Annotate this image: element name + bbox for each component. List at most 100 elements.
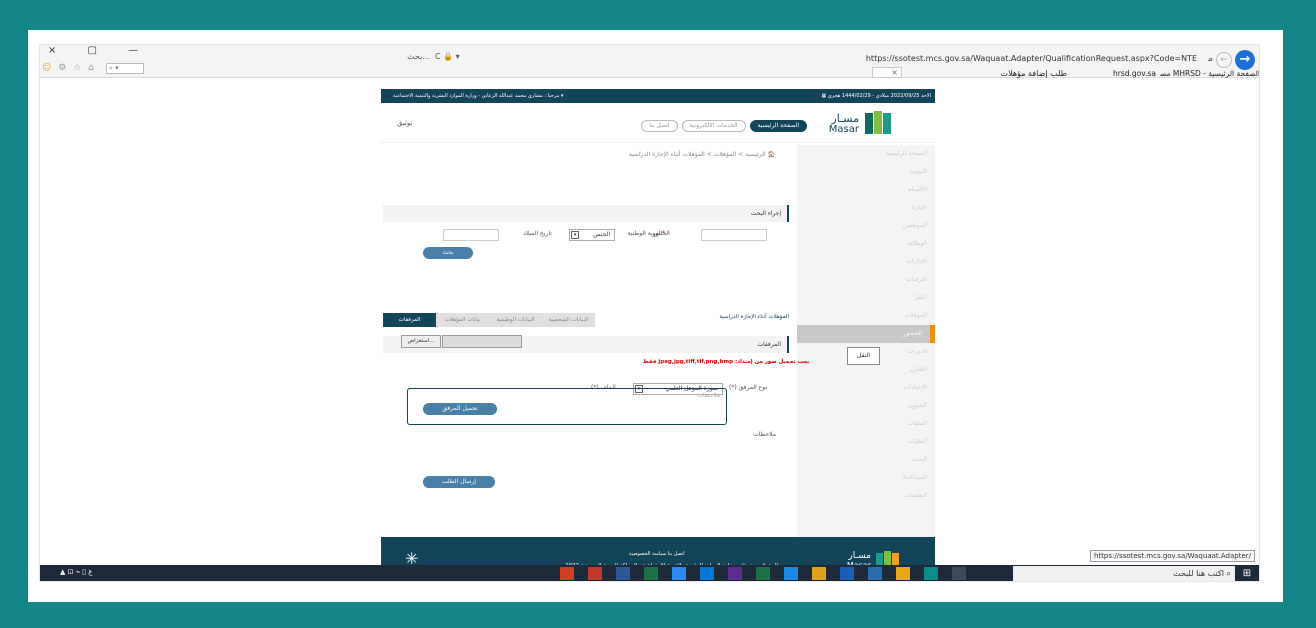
tabs-bar: البيانات الشخصية البيانات الوظيفية بيانا… xyxy=(383,313,595,327)
sidebar-item[interactable]: الأقسام xyxy=(797,181,935,199)
browser-toolbar: × ▢ — → ← ﻣ https://ssotest.mcs.gov.sa/W… xyxy=(40,45,1259,78)
windows-start-icon[interactable]: ⊞ xyxy=(1241,568,1253,580)
site-header: مسـار Masar الصفحة الرئيسية الخدمات الال… xyxy=(381,103,935,143)
taskbar-search[interactable]: ⌕ اكتب هنا للبحث xyxy=(1013,566,1235,581)
sidebar-item[interactable]: الإعدادات xyxy=(797,379,935,397)
attach-type-label: نوع المرفق (*) xyxy=(729,384,767,391)
tabs-title: المؤهلات أثناء الإجازة الدراسية xyxy=(719,314,789,320)
folder-icon[interactable] xyxy=(896,567,910,580)
taskbar: ⊞ ⌕ اكتب هنا للبحث ▲ ⊡ ⌁ ▯ ع xyxy=(40,565,1259,581)
sidebar-item[interactable]: الموظفين xyxy=(797,217,935,235)
edge-icon[interactable] xyxy=(924,567,938,580)
welcome-text[interactable]: مرحبا : مشاري محمد عبدالله الزعابي - وزا… xyxy=(393,93,563,99)
sidebar-item[interactable]: الإجازات xyxy=(797,253,935,271)
tab-hrsd[interactable]: hrsd.gov.sa xyxy=(1070,69,1156,79)
sidebar-item[interactable]: التبويب xyxy=(797,163,935,181)
powerpoint-icon[interactable] xyxy=(588,567,602,580)
masar-site: مرحبا : مشاري محمد عبدالله الزعابي - وزا… xyxy=(381,89,935,581)
national-id-input[interactable] xyxy=(701,229,767,241)
logout-link[interactable]: توثيق xyxy=(397,119,412,127)
star-icon[interactable]: ☆ xyxy=(73,63,83,73)
window-controls[interactable]: × ▢ — xyxy=(48,45,152,56)
app-icon[interactable] xyxy=(728,567,742,580)
tab-add-qualification[interactable]: طلب إضافة مؤهلات xyxy=(955,69,1067,79)
address-search[interactable]: ⌕ ▾ xyxy=(106,63,144,74)
gender-select-value: الجنس xyxy=(593,231,610,238)
search-input[interactable]: ...بحث xyxy=(380,52,430,61)
word-icon[interactable] xyxy=(616,567,630,580)
date-text: ▦ الاحد 2022/09/25 ميلادي - 1444/02/29 ه… xyxy=(821,93,931,99)
chrome-icon[interactable] xyxy=(812,567,826,580)
sidebar: الصفحة الرئيسية التبويب الأقسام الإدارة … xyxy=(797,145,935,541)
footer-links[interactable]: اتصل بنا سياسة الخصوصية xyxy=(629,551,685,557)
mail-icon[interactable] xyxy=(840,567,854,580)
address-bar[interactable]: https://ssotest.mcs.gov.sa/Waquaat.Adapt… xyxy=(866,54,1197,63)
refresh-icon[interactable]: C 🔒 ▾ xyxy=(435,52,460,61)
browse-button[interactable]: استعراض... xyxy=(401,335,441,348)
ie-icon[interactable] xyxy=(784,567,798,580)
send-request-button[interactable]: إرسال الطلب xyxy=(423,476,495,488)
chevron-down-icon: ▾ xyxy=(571,231,579,239)
sidebar-item[interactable]: البحث xyxy=(797,451,935,469)
back-arrow-icon[interactable]: → xyxy=(1235,50,1255,70)
photo-frame: × ▢ — → ← ﻣ https://ssotest.mcs.gov.sa/W… xyxy=(28,30,1283,602)
birthdate-input[interactable] xyxy=(443,229,499,241)
logo-bar-icon xyxy=(865,113,873,134)
footer-logo-ar: مسـار xyxy=(848,551,871,561)
file-type-note: يجب تحميل صور من إمتداد: jpeg,jpg,tiff,t… xyxy=(643,359,810,365)
notes-textarea[interactable]: ملاحظات xyxy=(407,388,727,425)
screen: × ▢ — → ← ﻣ https://ssotest.mcs.gov.sa/W… xyxy=(39,44,1260,582)
search-button[interactable]: بحث xyxy=(423,247,473,259)
compat-icon[interactable]: ﻣ xyxy=(1208,54,1213,64)
store-icon[interactable] xyxy=(868,567,882,580)
tab-job[interactable]: البيانات الوظيفية xyxy=(489,313,542,327)
sidebar-item[interactable]: الترقيات xyxy=(797,271,935,289)
logo-bar-icon xyxy=(874,111,882,134)
menu-home[interactable]: الصفحة الرئيسية xyxy=(749,120,807,132)
sidebar-item[interactable]: النقل xyxy=(797,289,935,307)
pdf-app-icon[interactable] xyxy=(560,567,574,580)
file-path-input[interactable] xyxy=(442,335,522,348)
notes-label: ملاحظات xyxy=(753,431,776,438)
forward-arrow-icon[interactable]: ← xyxy=(1216,52,1232,68)
search-section-title: إجراء البحث xyxy=(383,205,789,222)
tab-personal[interactable]: البيانات الشخصية xyxy=(542,313,595,327)
smiley-icon[interactable]: ☺ xyxy=(42,63,53,73)
tab-close-icon[interactable]: × xyxy=(872,67,902,78)
sidebar-item[interactable]: الطلبات xyxy=(797,433,935,451)
logo-bar-icon xyxy=(883,113,891,134)
sidebar-item[interactable]: الملفات xyxy=(797,415,935,433)
home-icon[interactable]: ⌂ xyxy=(88,63,96,73)
task-view-icon[interactable] xyxy=(952,567,966,580)
favorites-icons[interactable]: ☺ ⚙ ☆ ⌂ xyxy=(42,63,96,73)
settings-icon[interactable]: ⚙ xyxy=(58,63,68,73)
tab-mhrsd-home[interactable]: الصفحة الرئيسية - MHRSD مصص... xyxy=(1160,69,1259,78)
sidebar-item[interactable]: التعليمات xyxy=(797,487,935,505)
sidebar-item[interactable]: المؤهلات xyxy=(797,307,935,325)
gender-select[interactable]: ▾ الجنس xyxy=(569,229,615,241)
sidebar-item[interactable]: الشؤون xyxy=(797,397,935,415)
logo-text-en: Masar xyxy=(828,124,859,135)
gender-label: الجنس xyxy=(653,230,670,237)
sidebar-item[interactable]: الإدارة xyxy=(797,199,935,217)
masar-logo[interactable]: مسـار Masar xyxy=(821,111,891,137)
tab-attachments[interactable]: المرفقات xyxy=(383,313,436,327)
app-icon[interactable] xyxy=(700,567,714,580)
excel-icon[interactable] xyxy=(644,567,658,580)
sidebar-item[interactable]: المساعدة xyxy=(797,469,935,487)
project-icon[interactable] xyxy=(756,567,770,580)
outlook-icon[interactable] xyxy=(672,567,686,580)
sidebar-item[interactable]: الصفحة الرئيسية xyxy=(797,145,935,163)
sidebar-item[interactable]: الوظائف xyxy=(797,235,935,253)
menu-eservices[interactable]: الخدمات الالكترونية xyxy=(681,120,746,132)
breadcrumb[interactable]: 🏠 الرئيسية > المؤهلات > المؤهلات أثناء ا… xyxy=(629,151,775,158)
top-info-bar: مرحبا : مشاري محمد عبدالله الزعابي - وزا… xyxy=(381,89,935,103)
status-url: https://ssotest.mcs.gov.sa/Waquaat.Adapt… xyxy=(1089,550,1255,562)
main-menu: الصفحة الرئيسية الخدمات الالكترونية اتصل… xyxy=(641,120,807,132)
tab-qualifications[interactable]: بيانات المؤهلات xyxy=(436,313,489,327)
menu-contact[interactable]: اتصل بنا xyxy=(641,120,678,132)
birthdate-label: تاريخ الميلاد xyxy=(523,230,552,237)
system-tray[interactable]: ▲ ⊡ ⌁ ▯ ع xyxy=(60,568,92,576)
sidebar-item-active[interactable]: الحضور xyxy=(797,325,935,343)
tooltip-popup: النقل xyxy=(847,347,880,365)
